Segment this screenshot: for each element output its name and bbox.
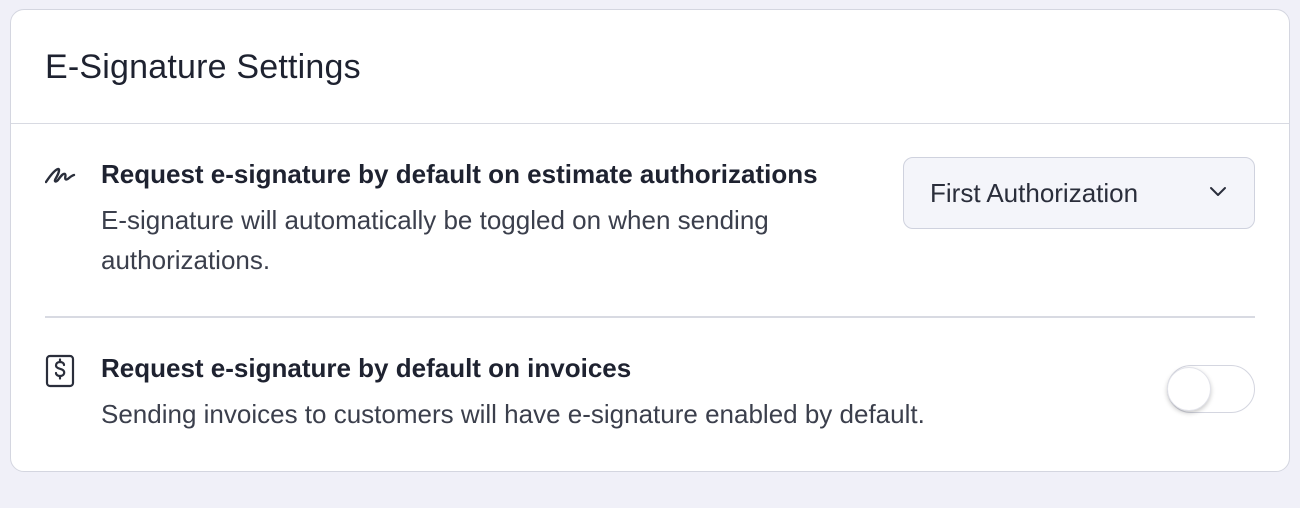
invoice-esignature-toggle[interactable] [1167,365,1255,413]
setting-text: Request e-signature by default on estima… [101,156,861,280]
chevron-down-icon [1208,181,1228,206]
card-title: E-Signature Settings [45,48,361,86]
card-header: E-Signature Settings [11,10,1289,124]
setting-row-estimate-authorizations: Request e-signature by default on estima… [44,156,1255,316]
setting-title: Request e-signature by default on invoic… [101,353,632,383]
setting-row-invoices: Request e-signature by default on invoic… [45,350,1255,450]
authorization-select[interactable]: First Authorization [903,157,1255,229]
row-divider [45,316,1255,318]
invoice-dollar-icon [45,354,75,388]
esignature-settings-card: E-Signature Settings Request e-signature… [10,9,1290,472]
signature-icon [44,160,76,194]
select-value: First Authorization [930,177,1139,208]
setting-title: Request e-signature by default on estima… [101,159,818,189]
setting-description: Sending invoices to customers will have … [101,399,925,429]
toggle-knob [1167,367,1211,411]
setting-description: E-signature will automatically be toggle… [101,205,769,275]
setting-text: Request e-signature by default on invoic… [101,350,925,434]
